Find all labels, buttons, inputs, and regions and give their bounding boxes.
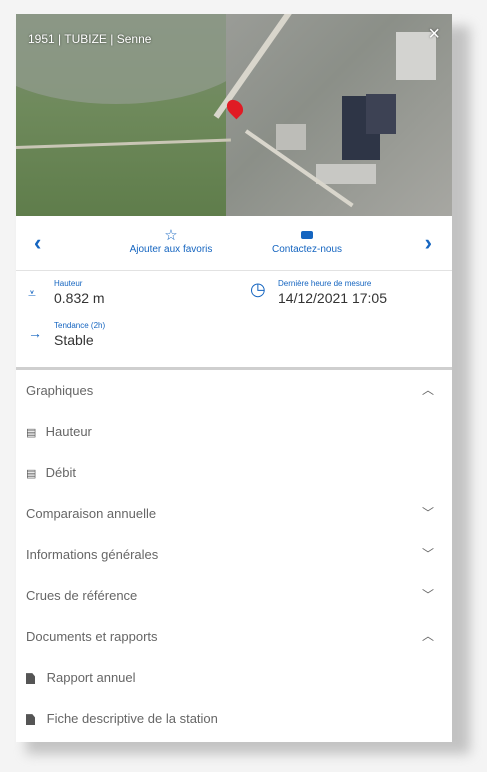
previous-station-button[interactable]: ‹ xyxy=(34,230,41,256)
chevron-down-icon: ﹀ xyxy=(421,547,434,561)
last-measure: Dernière heure de mesure 14/12/2021 17:0… xyxy=(278,279,387,306)
add-favorite-label: Ajouter aux favoris xyxy=(129,244,213,255)
contact-label: Contactez-nous xyxy=(271,244,343,255)
section-documents[interactable]: Documents et rapports ︿ xyxy=(16,616,452,657)
trend-measure: Tendance (2h) Stable xyxy=(54,321,105,348)
height-label: Hauteur xyxy=(54,279,83,288)
doc-item-label: Rapport annuel xyxy=(46,670,136,685)
map-field xyxy=(16,14,256,104)
close-button[interactable]: × xyxy=(428,24,440,44)
add-favorite-button[interactable]: ☆ Ajouter aux favoris xyxy=(116,226,226,255)
chevron-up-icon: ︿ xyxy=(421,629,434,643)
next-station-button[interactable]: › xyxy=(425,230,432,256)
section-annual-comparison[interactable]: Comparaison annuelle ﹀ xyxy=(16,493,452,534)
map-building-roof xyxy=(366,94,396,134)
star-icon: ☆ xyxy=(164,227,178,244)
graph-item-label: Hauteur xyxy=(45,424,92,439)
chart-icon: ▤ xyxy=(26,427,37,439)
section-graphics-label: Graphiques xyxy=(26,383,94,398)
section-reference-floods[interactable]: Crues de référence ﹀ xyxy=(16,575,452,616)
chevron-up-icon: ︿ xyxy=(421,383,434,397)
document-icon xyxy=(26,673,35,685)
accordion: Graphiques ︿ ▤ Hauteur ▤ Débit Comparais… xyxy=(16,370,452,739)
section-general-info[interactable]: Informations générales ﹀ xyxy=(16,534,452,575)
graph-item-height[interactable]: ▤ Hauteur xyxy=(16,411,452,452)
chevron-down-icon: ﹀ xyxy=(421,506,434,520)
map-building xyxy=(276,124,306,150)
trend-value: Stable xyxy=(54,332,94,348)
arrow-right-icon: → xyxy=(28,325,42,341)
section-graphics[interactable]: Graphiques ︿ xyxy=(16,370,452,411)
doc-item-station-sheet[interactable]: Fiche descriptive de la station xyxy=(16,698,452,739)
mail-icon xyxy=(252,226,362,244)
map-building xyxy=(316,164,376,184)
last-measure-label: Dernière heure de mesure xyxy=(278,279,372,288)
water-level-icon: ⩡ xyxy=(28,285,36,301)
section-general-label: Informations générales xyxy=(26,547,159,562)
doc-item-label: Fiche descriptive de la station xyxy=(46,711,218,726)
section-docs-label: Documents et rapports xyxy=(26,629,158,644)
trend-label: Tendance (2h) xyxy=(54,321,106,330)
graph-item-label: Débit xyxy=(45,465,76,480)
height-value: 0.832 m xyxy=(54,290,105,306)
station-panel: 1951 | TUBIZE | Senne × ‹ ☆ Ajouter aux … xyxy=(16,14,452,742)
contact-button[interactable]: Contactez-nous xyxy=(252,226,362,255)
chart-icon: ▤ xyxy=(26,468,37,480)
action-bar: ‹ ☆ Ajouter aux favoris Contactez-nous › xyxy=(16,216,452,271)
chevron-down-icon: ﹀ xyxy=(421,588,434,602)
section-floods-label: Crues de référence xyxy=(26,588,138,603)
aerial-map[interactable]: 1951 | TUBIZE | Senne × xyxy=(16,14,452,216)
station-title: 1951 | TUBIZE | Senne xyxy=(28,32,152,46)
section-annual-label: Comparaison annuelle xyxy=(26,506,157,521)
clock-icon: ◷ xyxy=(250,279,266,299)
doc-item-annual-report[interactable]: Rapport annuel xyxy=(16,657,452,698)
height-measure: Hauteur 0.832 m xyxy=(54,279,105,306)
map-road xyxy=(16,138,231,149)
measurements-section: ⩡ Hauteur 0.832 m ◷ Dernière heure de me… xyxy=(16,271,452,370)
last-measure-value: 14/12/2021 17:05 xyxy=(278,290,387,306)
document-icon xyxy=(26,714,35,726)
graph-item-flow[interactable]: ▤ Débit xyxy=(16,452,452,493)
